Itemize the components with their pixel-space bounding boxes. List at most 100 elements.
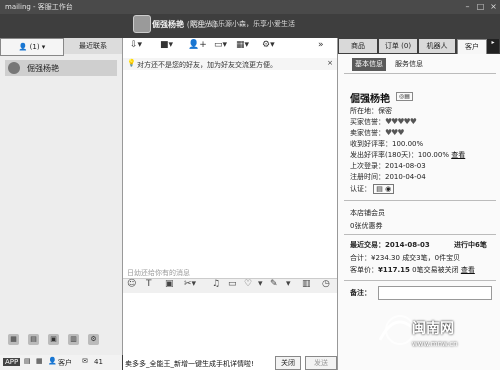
- window-title: mailing - 客服工作台: [5, 3, 73, 11]
- close-icon[interactable]: ×: [327, 59, 333, 67]
- tab-contacts[interactable]: 👤 (1) ▾: [0, 38, 64, 56]
- contact-card-icon[interactable]: ▤: [24, 357, 31, 365]
- tab-customer[interactable]: 客户: [457, 39, 487, 54]
- close-icon[interactable]: ×: [488, 1, 499, 12]
- total-row: 合计：¥234.30 成交3笔，0件宝贝: [350, 253, 460, 263]
- chart-icon[interactable]: ▥: [302, 279, 311, 289]
- history-icon[interactable]: ◷: [322, 279, 330, 289]
- chevron-down-icon[interactable]: ▾: [258, 279, 263, 289]
- hot-icon[interactable]: ▸: [487, 39, 499, 53]
- sent-rate-value: 100.00%: [417, 151, 449, 159]
- register-row: 注册时间：2010-04-04: [350, 172, 426, 182]
- auth-label: 认证：: [350, 185, 371, 193]
- tab-orders[interactable]: 订单 (0): [379, 39, 417, 53]
- avatar: [8, 62, 20, 74]
- settings-icon[interactable]: ⚙: [88, 334, 99, 345]
- close-button[interactable]: 关闭: [275, 356, 301, 370]
- notice-text: 对方还不是您的好友，加为好友交流更方便。: [137, 61, 277, 69]
- trade-status: 进行中6笔: [454, 241, 487, 249]
- file-icon[interactable]: ⇩▾: [130, 40, 142, 52]
- note-input[interactable]: [378, 286, 492, 300]
- buyer-credit-label: 买家信誉：: [350, 118, 385, 126]
- more-icon[interactable]: ▾: [286, 279, 291, 289]
- group-icon[interactable]: ▦: [8, 334, 19, 345]
- image-icon[interactable]: ▣: [48, 334, 59, 345]
- app-icon[interactable]: APP: [3, 358, 21, 366]
- heart-icon[interactable]: ♡: [244, 279, 252, 289]
- watermark-brand: 闽南网: [412, 321, 454, 337]
- message-input[interactable]: [123, 293, 337, 351]
- history-hint[interactable]: 日幼还给你有的消息: [127, 268, 190, 278]
- heart-icon: ♥♥♥: [385, 128, 404, 137]
- heart-icon: ♥♥♥♥♥: [385, 117, 417, 126]
- location-row: 所在地：保密: [350, 106, 392, 116]
- status-bar: APP ▤ ▦ 👤 客户 ✉ 41: [0, 355, 122, 370]
- coupon-count: 0张优惠券: [350, 222, 383, 230]
- divider: [344, 73, 496, 74]
- recent-trade-label: 最近交易：: [350, 241, 385, 249]
- lightbulb-icon: 💡: [127, 59, 136, 67]
- emoji-icon[interactable]: ☺: [127, 279, 136, 289]
- recent-trade-date: 2014-08-03: [385, 241, 430, 249]
- message-area[interactable]: [123, 70, 337, 266]
- add-friend-icon[interactable]: 👤+: [188, 40, 207, 52]
- mail-icon[interactable]: ✉: [82, 357, 88, 365]
- chevron-right-icon[interactable]: »: [318, 40, 324, 52]
- per-order-row: 客单价：¥117.15 0笔交易被关闭 查看: [350, 265, 475, 275]
- total-label: 合计：: [350, 254, 371, 262]
- badge-icon: ◎▤: [396, 92, 413, 101]
- received-rate-row: 收到好评率：100.00%: [350, 139, 423, 149]
- seller-name: 倔强杨艳: [350, 94, 390, 105]
- ad-text[interactable]: 卖多多_全能王_新增一键生成手机详情啦!: [125, 359, 254, 369]
- scissors-icon[interactable]: ✂▾: [184, 279, 196, 289]
- seller-credit-label: 卖家信誉：: [350, 129, 385, 137]
- title-bar: mailing - 客服工作台 – □ ×: [0, 0, 500, 14]
- tab-products[interactable]: 商品: [339, 39, 377, 53]
- maximize-icon[interactable]: □: [475, 1, 486, 12]
- recent-trade-row: 最近交易：2014-08-03: [350, 240, 430, 250]
- contact-name: 倔强杨艳: [27, 64, 59, 73]
- app-icon[interactable]: ▦▾: [236, 40, 249, 52]
- tab-basic-info[interactable]: 基本信息: [352, 58, 386, 71]
- font-icon[interactable]: T: [146, 279, 152, 289]
- send-button[interactable]: 发送: [305, 356, 337, 370]
- view-link[interactable]: 查看: [451, 151, 465, 159]
- closed-count: 0笔交易被关闭: [412, 266, 459, 274]
- friend-notice: 💡 对方还不是您的好友，加为好友交流更方便。 ×: [123, 58, 337, 70]
- tab-recent[interactable]: 最近联系: [64, 38, 122, 54]
- chevron-down-icon: ▾: [41, 43, 46, 51]
- location-value: 保密: [378, 107, 392, 115]
- edit-icon[interactable]: ✎: [270, 279, 278, 289]
- auth-row: 认证： ▤ ◉: [350, 184, 395, 194]
- screen-share-icon[interactable]: ▭▾: [214, 40, 227, 52]
- minimize-icon[interactable]: –: [462, 1, 473, 12]
- last-login-value: 2014-08-03: [385, 162, 426, 170]
- received-rate-value: 100.00%: [392, 140, 424, 148]
- calendar-icon[interactable]: ▤: [28, 334, 39, 345]
- screen-icon[interactable]: ▥: [68, 334, 79, 345]
- last-login-row: 上次登录：2014-08-03: [350, 161, 426, 171]
- shop-member: 本店铺会员: [350, 209, 385, 217]
- welcome-text: 欢迎光临乐源小森，乐享小爱生活: [190, 20, 295, 28]
- image-icon[interactable]: ▣: [165, 279, 174, 289]
- id-card-icon[interactable]: ▤ ◉: [373, 184, 395, 194]
- tab-robot[interactable]: 机器人: [419, 39, 455, 53]
- bell-icon[interactable]: ♫: [212, 279, 220, 289]
- divider: [344, 234, 496, 235]
- customer-label[interactable]: 客户: [58, 358, 72, 368]
- avatar[interactable]: [133, 15, 151, 33]
- success-count: 成交3笔，0件宝贝: [402, 254, 461, 262]
- contact-name: 倔强杨艳: [152, 20, 184, 29]
- tab-service-info[interactable]: 服务信息: [392, 58, 426, 71]
- total-value: ¥234.30: [371, 254, 400, 262]
- sent-rate-row: 发出好评率(180天)：100.00% 查看: [350, 150, 465, 160]
- received-rate-label: 收到好评率：: [350, 140, 392, 148]
- watermark-url: www.mnw.cn: [412, 340, 458, 348]
- settings-icon[interactable]: ⚙▾: [262, 40, 275, 52]
- view-link[interactable]: 查看: [461, 266, 475, 274]
- list-item[interactable]: 倔强杨艳: [5, 60, 117, 76]
- message-icon[interactable]: ▭: [228, 279, 237, 289]
- sent-rate-label: 发出好评率(180天)：: [350, 151, 418, 159]
- customer-icon[interactable]: ▦: [36, 357, 43, 365]
- video-icon[interactable]: ■▾: [160, 40, 173, 52]
